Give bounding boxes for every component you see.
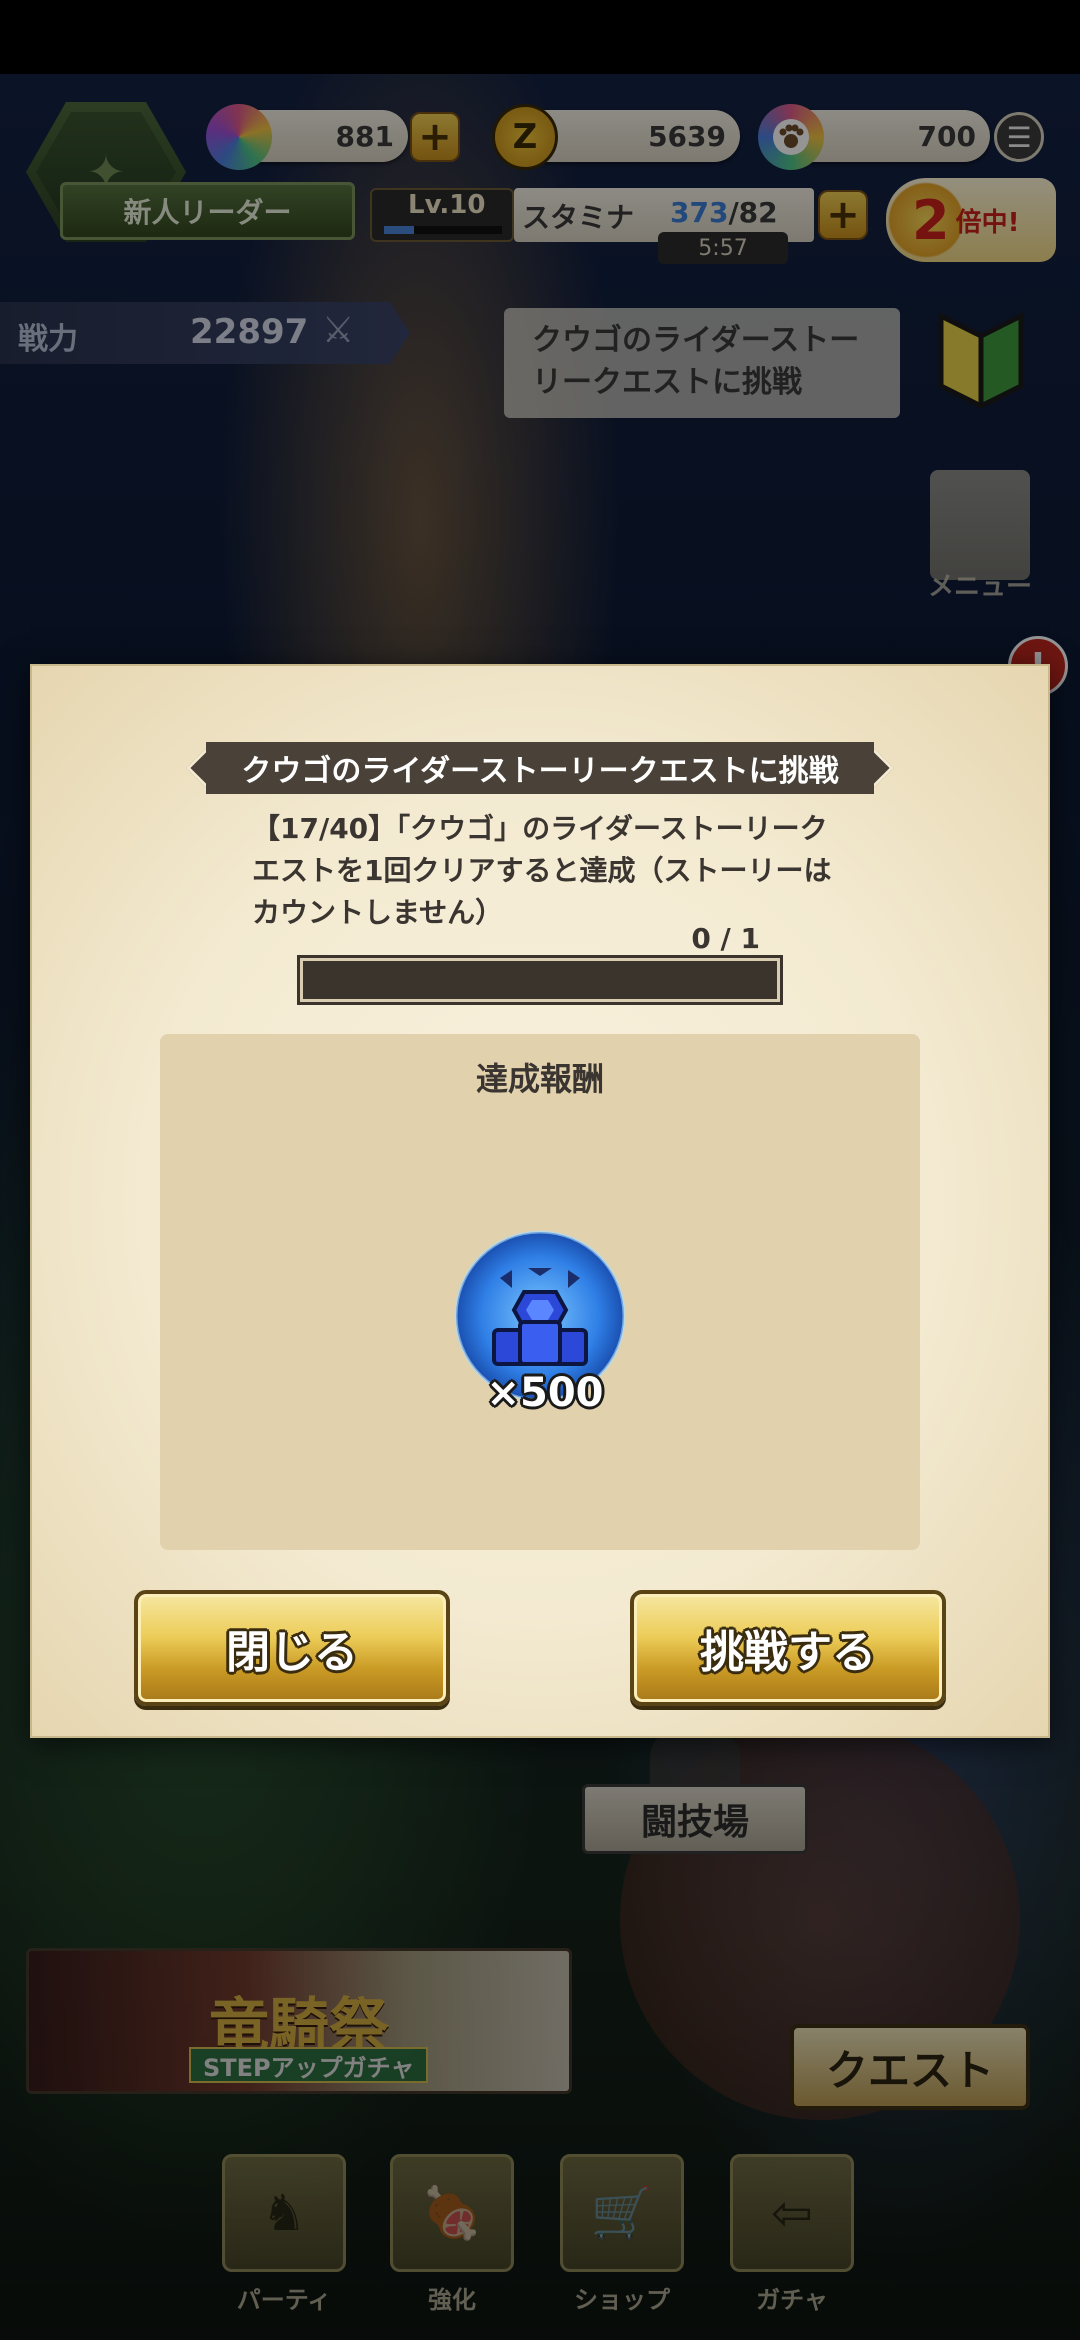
progress-bar [297, 955, 783, 1005]
reward-quantity: ×500 [486, 1370, 604, 1416]
close-button[interactable]: 閉じる [134, 1590, 450, 1706]
progress-text: 0 / 1 [691, 922, 760, 955]
reward-title: 達成報酬 [475, 1060, 604, 1098]
mission-description: 【17/40】「クウゴ」のライダーストーリークエストを1回クリアすると達成（スト… [252, 812, 832, 929]
dialog-title: クウゴのライダーストーリークエストに挑戦 [206, 742, 874, 794]
challenge-button[interactable]: 挑戦する [630, 1590, 946, 1706]
